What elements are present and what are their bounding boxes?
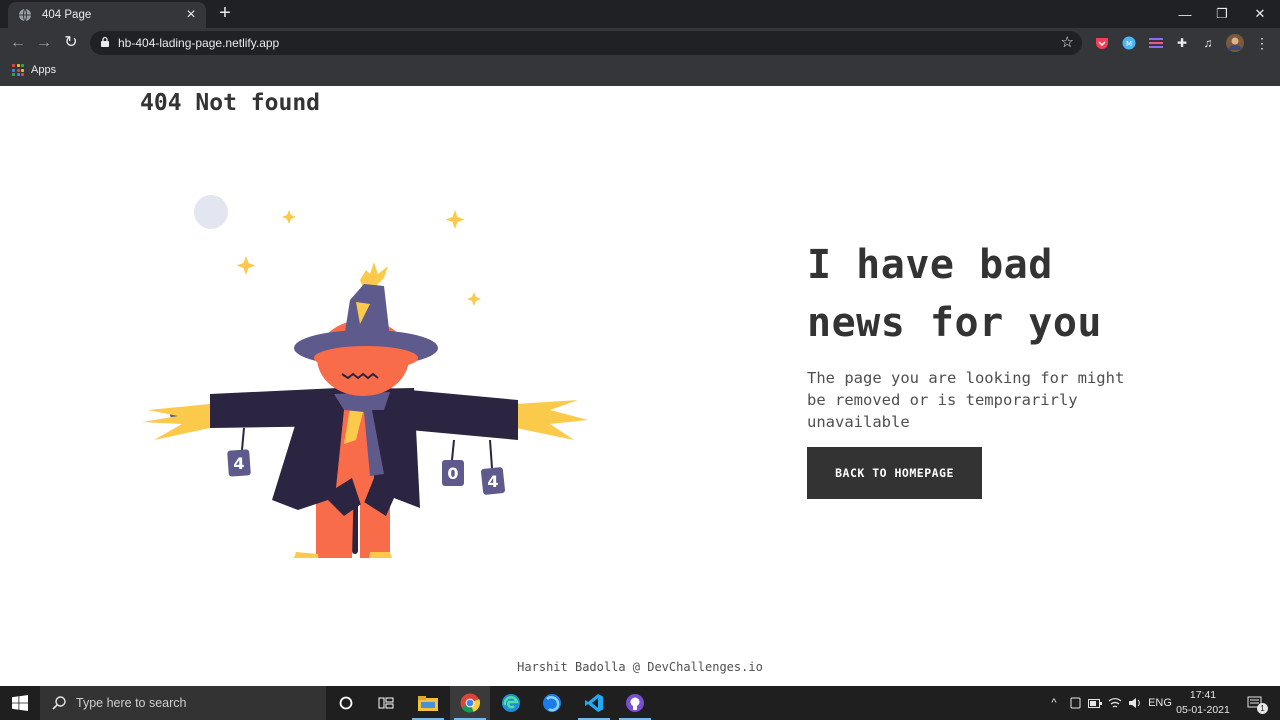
puzzle-icon[interactable]: ✚ — [1173, 34, 1191, 52]
task-view-icon[interactable] — [366, 686, 406, 720]
lock-icon — [101, 36, 109, 47]
github-desktop-icon[interactable] — [615, 686, 655, 720]
extension-stack-icon[interactable] — [1147, 34, 1165, 52]
globe-icon — [19, 8, 31, 22]
footer-credit: Harshit Badolla @ DevChallenges.io — [517, 660, 763, 674]
moon-shape — [194, 195, 228, 229]
minimize-button[interactable]: — — [1166, 0, 1204, 28]
url-text: hb-404-lading-page.netlify.app — [118, 36, 280, 50]
apps-shortcut[interactable]: Apps — [12, 64, 56, 76]
edge-icon[interactable] — [491, 686, 531, 720]
straw-right-hand — [516, 400, 588, 440]
forward-arrow-icon[interactable]: → — [34, 33, 54, 53]
back-arrow-icon[interactable]: ← — [8, 33, 28, 53]
reload-icon[interactable]: ↻ — [61, 33, 81, 53]
svg-text:M: M — [1126, 40, 1132, 48]
can-letter-3: 4 — [487, 472, 498, 491]
wifi-icon[interactable] — [1106, 686, 1124, 720]
file-explorer-icon[interactable] — [408, 686, 448, 720]
browser-tab[interactable]: 404 Page × — [8, 2, 206, 28]
bookmarks-bar: Apps — [0, 58, 1280, 87]
apps-grid-icon — [12, 64, 24, 76]
close-window-button[interactable]: ✕ — [1241, 0, 1279, 28]
volume-icon[interactable] — [1126, 686, 1144, 720]
taskbar-search[interactable]: Type here to search — [40, 686, 326, 720]
battery-icon[interactable] — [1086, 686, 1104, 720]
straw-left-foot — [294, 552, 319, 558]
bookmark-star-icon[interactable]: ☆ — [1061, 33, 1074, 51]
avatar[interactable] — [1226, 34, 1244, 52]
scarecrow-illustration: 4 0 4 — [142, 195, 588, 558]
address-bar[interactable]: hb-404-lading-page.netlify.app ☆ — [90, 31, 1082, 55]
hat-crown — [344, 284, 390, 338]
straw-left-hand — [142, 404, 210, 440]
notification-badge: 1 — [1257, 703, 1268, 714]
apps-label: Apps — [31, 64, 57, 76]
media-icon[interactable]: ♫ — [1199, 34, 1217, 52]
firefox-dev-icon[interactable] — [532, 686, 572, 720]
new-tab-button[interactable]: + — [215, 2, 235, 24]
clock-date: 05-01-2021 — [1176, 704, 1230, 716]
tab-title: 404 Page — [42, 9, 92, 21]
windows-start-icon[interactable] — [0, 686, 40, 720]
close-tab-icon[interactable]: × — [182, 6, 200, 24]
back-to-homepage-button[interactable]: BACK TO HOMEPAGE — [807, 447, 982, 499]
restore-button[interactable]: ❐ — [1203, 0, 1241, 28]
vscode-icon[interactable] — [574, 686, 614, 720]
chrome-icon[interactable] — [450, 686, 490, 720]
can-letter-2: 0 — [447, 464, 458, 483]
pocket-icon[interactable] — [1093, 34, 1111, 52]
headline: I have bad news for you — [807, 242, 1102, 346]
tab-strip: 404 Page × + — ❐ ✕ — [0, 0, 1280, 28]
search-placeholder: Type here to search — [76, 696, 187, 710]
cortana-icon[interactable] — [326, 686, 366, 720]
page-content: 404 Not found 4 0 4 I have bad news for … — [0, 86, 1280, 686]
clock[interactable]: 17:41 05-01-2021 — [1170, 688, 1236, 718]
notification-center[interactable]: 1 — [1240, 686, 1270, 720]
lead-text: The page you are looking for might be re… — [807, 369, 1125, 431]
clock-time: 17:41 — [1189, 689, 1217, 701]
browser-toolbar: ← → ↻ hb-404-lading-page.netlify.app ☆ M… — [0, 28, 1280, 58]
taskbar: Type here to search ^ ENG 17:41 05-01-20… — [0, 686, 1280, 720]
can-letter-1: 4 — [233, 454, 244, 473]
tray-device-icon[interactable] — [1066, 686, 1084, 720]
page-title: 404 Not found — [140, 90, 321, 116]
more-menu-icon[interactable]: ⋮ — [1253, 34, 1271, 52]
search-icon — [52, 696, 66, 710]
straw-right-foot — [369, 552, 392, 558]
tray-chevron-icon[interactable]: ^ — [1046, 686, 1062, 720]
extension-blue-icon[interactable]: M — [1120, 34, 1138, 52]
